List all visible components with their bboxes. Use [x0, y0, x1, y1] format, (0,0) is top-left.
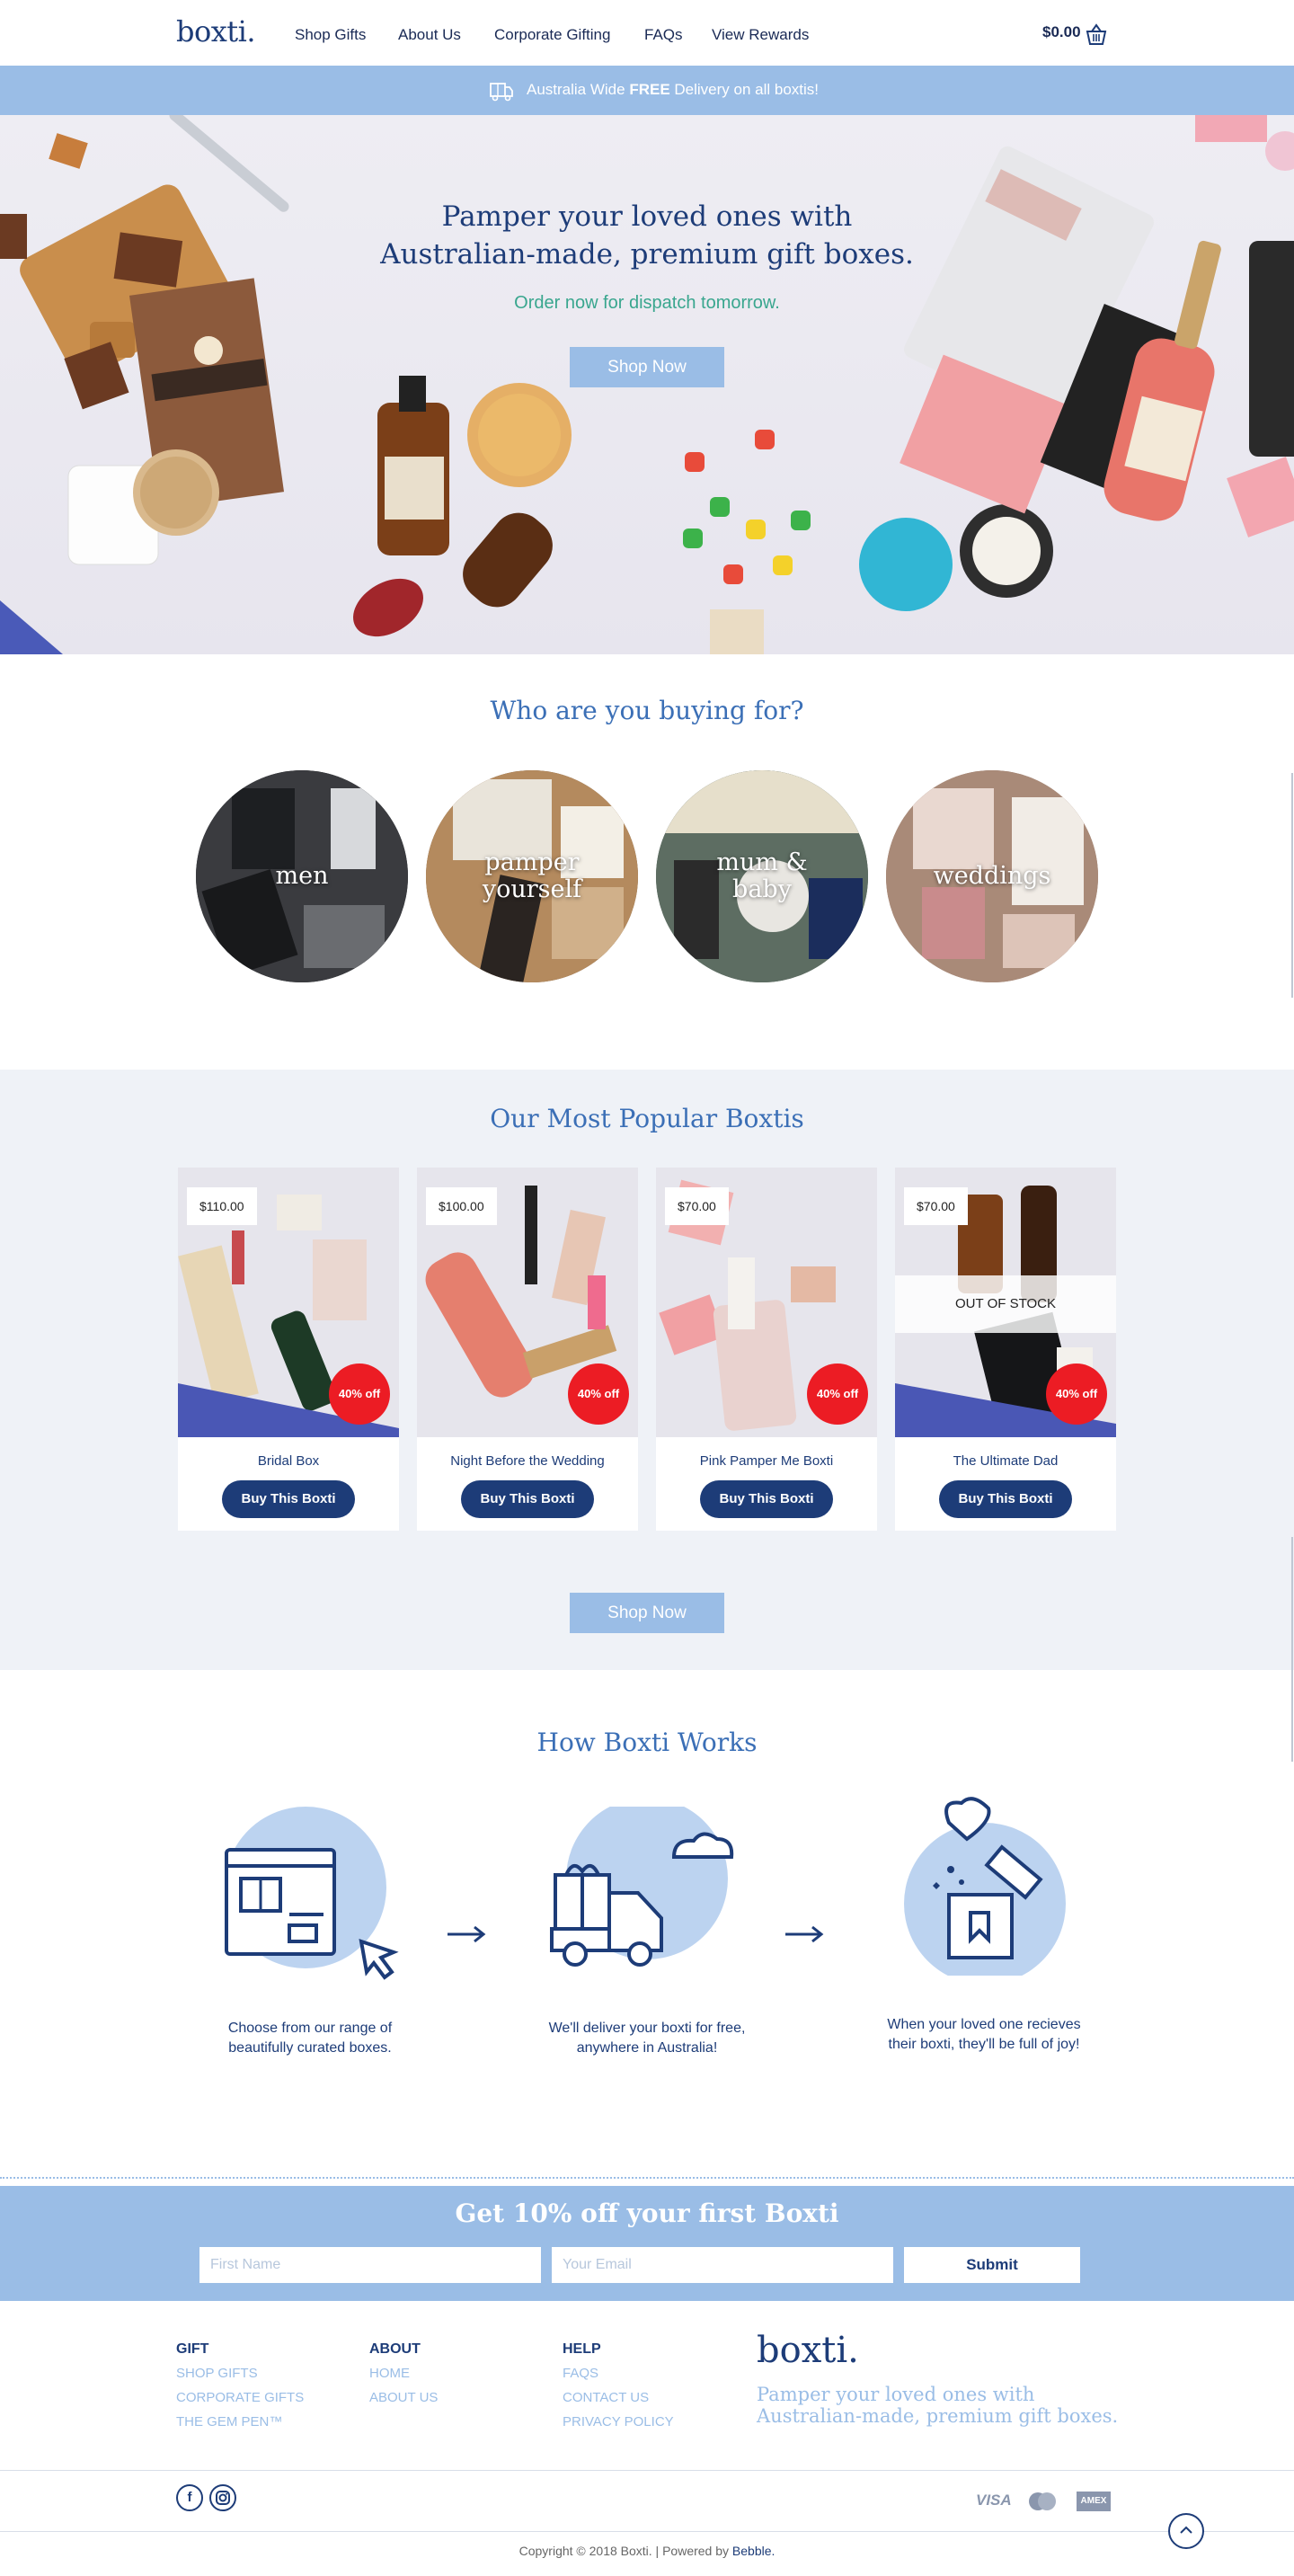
out-of-stock-label: OUT OF STOCK [895, 1275, 1116, 1333]
scroll-to-top-button[interactable] [1168, 2513, 1204, 2549]
product-image[interactable]: $70.00 40% off [656, 1168, 877, 1437]
first-name-field[interactable] [199, 2247, 541, 2283]
hero-subtitle: Order now for dispatch tomorrow. [514, 293, 780, 313]
powered-by-link[interactable]: Bebble. [732, 2544, 775, 2558]
footer-link-faqs[interactable]: FAQS [563, 2366, 598, 2381]
scroll-indicator [1291, 773, 1293, 998]
hero-section: Pamper your loved ones with Australian-ma… [0, 115, 1294, 654]
how-it-works-title: How Boxti Works [536, 1728, 758, 1757]
step-3-text: When your loved one recieves their boxti,… [887, 2017, 1081, 2052]
nav-faqs[interactable]: FAQs [644, 26, 683, 44]
category-mum-baby[interactable]: mum & baby [656, 770, 868, 982]
discount-badge: 40% off [329, 1364, 390, 1425]
product-name[interactable]: The Ultimate Dad [895, 1453, 1116, 1469]
product-image[interactable]: $70.00 OUT OF STOCK 40% off [895, 1168, 1116, 1437]
price-tag: $70.00 [904, 1187, 968, 1225]
product-name[interactable]: Night Before the Wedding [417, 1453, 638, 1469]
product-image[interactable]: $110.00 40% off [178, 1168, 399, 1437]
newsletter-title: Get 10% off your first Boxti [455, 2198, 839, 2228]
footer-link-about-us[interactable]: ABOUT US [369, 2390, 438, 2405]
product-card-ultimate-dad[interactable]: $70.00 OUT OF STOCK 40% off The Ultimate… [895, 1168, 1116, 1531]
price-tag: $110.00 [187, 1187, 257, 1225]
delivery-box-icon [490, 83, 513, 102]
footer-logo[interactable]: boxti. [757, 2330, 859, 2371]
open-gift-heart-icon [904, 1797, 1066, 1976]
arrow-right-icon [448, 1925, 486, 1943]
product-name[interactable]: Pink Pamper Me Boxti [656, 1453, 877, 1469]
footer-heading-gift: GIFT [176, 2341, 209, 2357]
popular-title: Our Most Popular Boxtis [490, 1104, 804, 1133]
scroll-indicator [1291, 1537, 1293, 1762]
cart-total[interactable]: $0.00 [1042, 23, 1081, 41]
basket-icon[interactable] [1085, 22, 1108, 46]
arrow-right-icon [785, 1925, 824, 1943]
footer-heading-about: ABOUT [369, 2341, 421, 2357]
footer-divider [0, 2470, 1294, 2471]
email-field[interactable] [552, 2247, 893, 2283]
banner-text: Australia Wide FREE Delivery on all boxt… [527, 81, 820, 98]
footer-link-contact-us[interactable]: CONTACT US [563, 2390, 649, 2405]
footer-link-privacy-policy[interactable]: PRIVACY POLICY [563, 2414, 674, 2429]
discount-badge: 40% off [807, 1364, 868, 1425]
browser-gift-icon [225, 1807, 399, 1980]
buy-button[interactable]: Buy This Boxti [222, 1480, 355, 1518]
hero-shop-now-button[interactable]: Shop Now [570, 347, 724, 387]
site-header: boxti. Shop Gifts About Us Corporate Gif… [0, 0, 1294, 66]
price-tag: $100.00 [426, 1187, 497, 1225]
copyright-text: Copyright © 2018 Boxti. | Powered by Beb… [518, 2544, 776, 2558]
buy-button[interactable]: Buy This Boxti [461, 1480, 594, 1518]
submit-button[interactable]: Submit [904, 2247, 1080, 2283]
newsletter-section: Get 10% off your first Boxti Submit [0, 2186, 1294, 2301]
mastercard-icon [1029, 2492, 1056, 2510]
chevron-up-icon [1180, 2526, 1192, 2534]
product-name[interactable]: Bridal Box [178, 1453, 399, 1469]
product-image[interactable]: $100.00 40% off [417, 1168, 638, 1437]
category-pamper-yourself[interactable]: pamper yourself [426, 770, 638, 982]
delivery-truck-icon [550, 1807, 734, 1967]
step-1-text: Choose from our range of beautifully cura… [227, 2021, 393, 2056]
instagram-icon[interactable] [209, 2484, 236, 2511]
footer-divider-2 [0, 2531, 1294, 2532]
nav-corporate-gifting[interactable]: Corporate Gifting [494, 26, 610, 44]
product-card-bridal-box[interactable]: $110.00 40% off Bridal Box Buy This Boxt… [178, 1168, 399, 1531]
category-weddings[interactable]: weddings [886, 770, 1098, 982]
footer-link-corporate-gifts[interactable]: CORPORATE GIFTS [176, 2390, 304, 2405]
amex-icon: AMEX [1077, 2492, 1111, 2511]
nav-shop-gifts[interactable]: Shop Gifts [295, 26, 366, 44]
product-card-pink-pamper-me[interactable]: $70.00 40% off Pink Pamper Me Boxti Buy … [656, 1168, 877, 1531]
popular-section: Our Most Popular Boxtis $110.00 40% off … [0, 1070, 1294, 1670]
logo[interactable]: boxti. [176, 14, 256, 49]
facebook-icon[interactable]: f [176, 2484, 203, 2511]
discount-badge: 40% off [1046, 1364, 1107, 1425]
buy-button[interactable]: Buy This Boxti [939, 1480, 1072, 1518]
step-2-text: We'll deliver your boxti for free, anywhe… [548, 2021, 746, 2056]
category-pamper-yourself-label: pamper yourself [482, 848, 582, 903]
footer-link-gem-pen[interactable]: THE GEM PEN™ [176, 2414, 282, 2429]
popular-shop-now-button[interactable]: Shop Now [570, 1593, 724, 1633]
buy-button[interactable]: Buy This Boxti [700, 1480, 833, 1518]
price-tag: $70.00 [665, 1187, 729, 1225]
discount-badge: 40% off [568, 1364, 629, 1425]
footer-heading-help: HELP [563, 2341, 601, 2357]
category-mum-baby-label: mum & baby [716, 848, 808, 903]
footer-link-shop-gifts[interactable]: SHOP GIFTS [176, 2366, 258, 2381]
who-buying-for-title: Who are you buying for? [490, 696, 804, 725]
footer-link-home[interactable]: HOME [369, 2366, 410, 2381]
nav-view-rewards[interactable]: View Rewards [712, 26, 809, 44]
footer-tagline: Pamper your loved ones with Australian-ma… [757, 2384, 1119, 2427]
category-men-label: men [275, 862, 329, 890]
category-men[interactable]: men [196, 770, 408, 982]
hero-title: Pamper your loved ones with Australian-ma… [380, 200, 914, 271]
free-delivery-banner: Australia Wide FREE Delivery on all boxt… [0, 66, 1294, 115]
dotted-divider [0, 2177, 1294, 2179]
visa-icon: VISA [976, 2492, 1012, 2509]
category-weddings-label: weddings [933, 862, 1051, 890]
product-card-night-before-wedding[interactable]: $100.00 40% off Night Before the Wedding… [417, 1168, 638, 1531]
nav-about-us[interactable]: About Us [398, 26, 461, 44]
